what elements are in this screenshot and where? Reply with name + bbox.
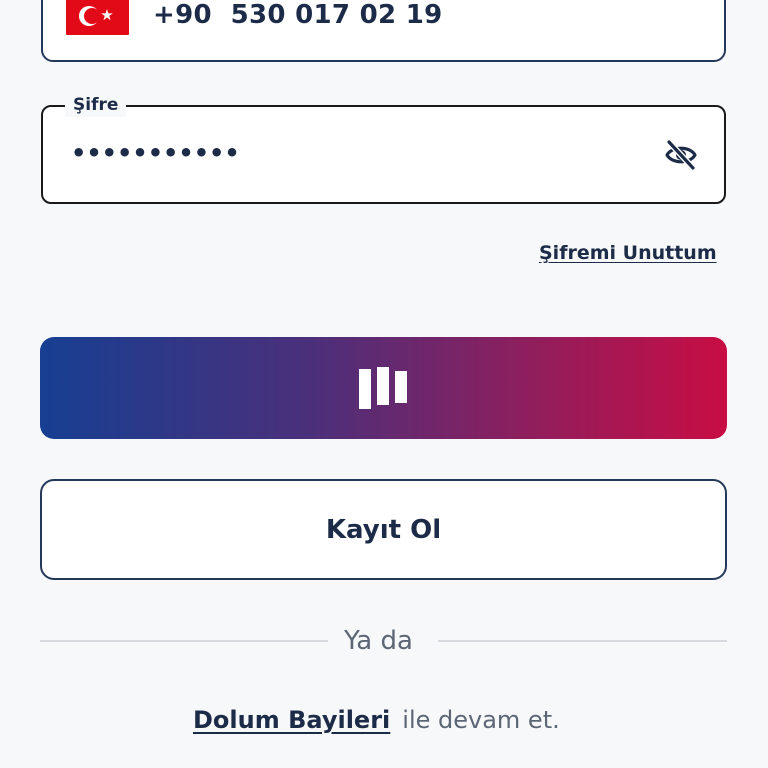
divider-line-right — [438, 640, 727, 642]
turkey-flag-icon[interactable]: ★ — [66, 0, 129, 35]
login-button[interactable] — [40, 337, 727, 439]
forgot-password-link[interactable]: Şifremi Unuttum — [539, 242, 717, 264]
phone-number-input[interactable]: +90 530 017 02 19 — [153, 0, 443, 30]
dealers-row: Dolum Bayileri ile devam et. — [193, 706, 560, 734]
divider-line-left — [40, 640, 328, 642]
phone-field[interactable]: ★ +90 530 017 02 19 — [41, 0, 726, 62]
register-label: Kayıt Ol — [325, 514, 442, 545]
country-code: +90 — [153, 0, 212, 30]
password-input[interactable]: ••••••••••• — [71, 139, 240, 167]
eye-off-icon[interactable] — [664, 140, 698, 170]
brand-logo-icon — [359, 367, 407, 409]
login-page: ★ +90 530 017 02 19 Şifre ••••••••••• Şi… — [0, 0, 768, 768]
divider-text: Ya da — [344, 626, 413, 656]
password-field[interactable]: Şifre ••••••••••• — [41, 93, 726, 204]
dealers-link[interactable]: Dolum Bayileri — [193, 706, 390, 734]
register-button[interactable]: Kayıt Ol — [40, 479, 727, 580]
password-label: Şifre — [65, 93, 127, 117]
phone-number: 530 017 02 19 — [230, 0, 443, 30]
dealers-continue-text: ile devam et. — [402, 706, 560, 734]
